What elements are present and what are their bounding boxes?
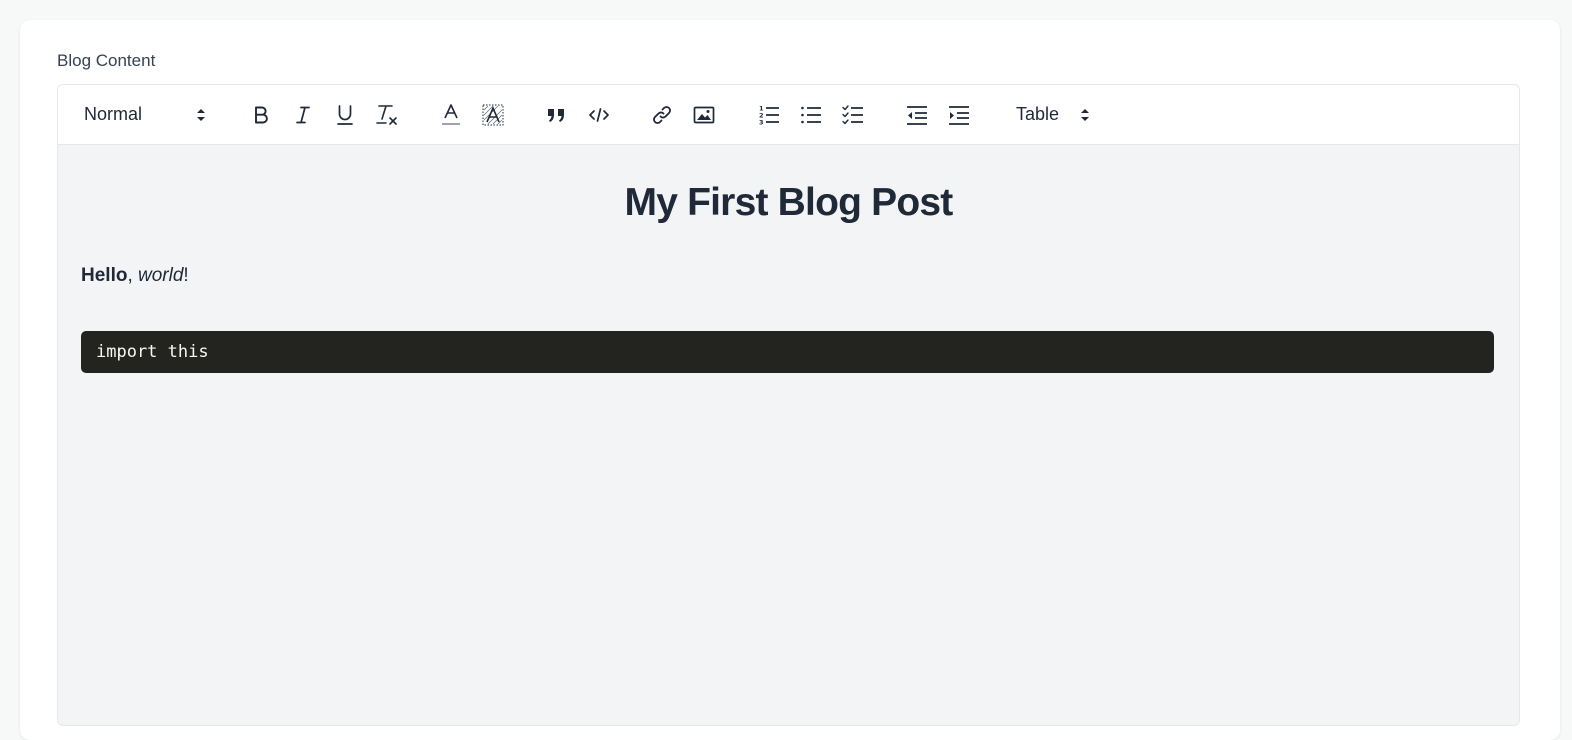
bold-button[interactable] [247,85,275,144]
bold-icon [255,106,268,123]
image-icon [693,106,715,123]
ordered-list-icon: 1 2 3 [759,104,779,126]
header-format-select[interactable]: Normal [84,85,214,144]
paragraph: Hello, world! [81,265,189,287]
link-button[interactable] [648,85,676,144]
underline-button[interactable] [331,85,359,144]
bullet-list-icon [801,106,821,123]
code-text: import this [96,342,209,362]
blockquote-button[interactable] [543,85,571,144]
outdent-icon [907,105,927,125]
table-select-value: Table [1016,104,1060,124]
field-label: Blog Content [57,51,156,70]
code-icon [589,107,609,122]
underline-icon [337,104,353,125]
editor-card: Blog Content Normal 1 2 3 Table My First… [20,20,1560,740]
ordered-list-button[interactable]: 1 2 3 [755,85,783,144]
clear-format-button[interactable] [372,85,402,144]
bold-text: Hello [81,265,128,286]
code-block: import this [81,331,1494,373]
code-block-button[interactable] [585,85,613,144]
editor-toolbar: Normal 1 2 3 Table [58,85,1519,145]
quote-icon [548,108,564,122]
background-color-button[interactable] [479,85,507,144]
svg-text:3: 3 [759,118,764,126]
select-arrows-icon [197,109,205,121]
rich-text-editor: Normal 1 2 3 Table My First Blog Post He… [57,84,1520,726]
indent-button[interactable] [945,85,973,144]
italic-button[interactable] [289,85,317,144]
italic-text: world [138,265,184,286]
bullet-list-button[interactable] [797,85,825,144]
select-arrows-icon [1081,109,1089,121]
table-select[interactable]: Table [1016,85,1096,144]
header-format-value: Normal [84,104,143,124]
editor-content[interactable]: My First Blog Post Hello, world! import … [58,145,1519,725]
italic-icon [296,106,310,123]
image-button[interactable] [690,85,718,144]
end-text: ! [183,265,189,286]
outdent-button[interactable] [903,85,931,144]
background-color-icon [482,104,504,125]
text-color-button[interactable] [437,85,465,144]
clear-format-icon [376,104,397,125]
link-icon [653,105,671,124]
checklist-icon [842,104,863,124]
text-color-icon [442,103,460,125]
separator-text: , [127,265,139,286]
indent-icon [949,105,969,125]
post-title: My First Blog Post [624,181,954,224]
check-list-button[interactable] [839,85,867,144]
